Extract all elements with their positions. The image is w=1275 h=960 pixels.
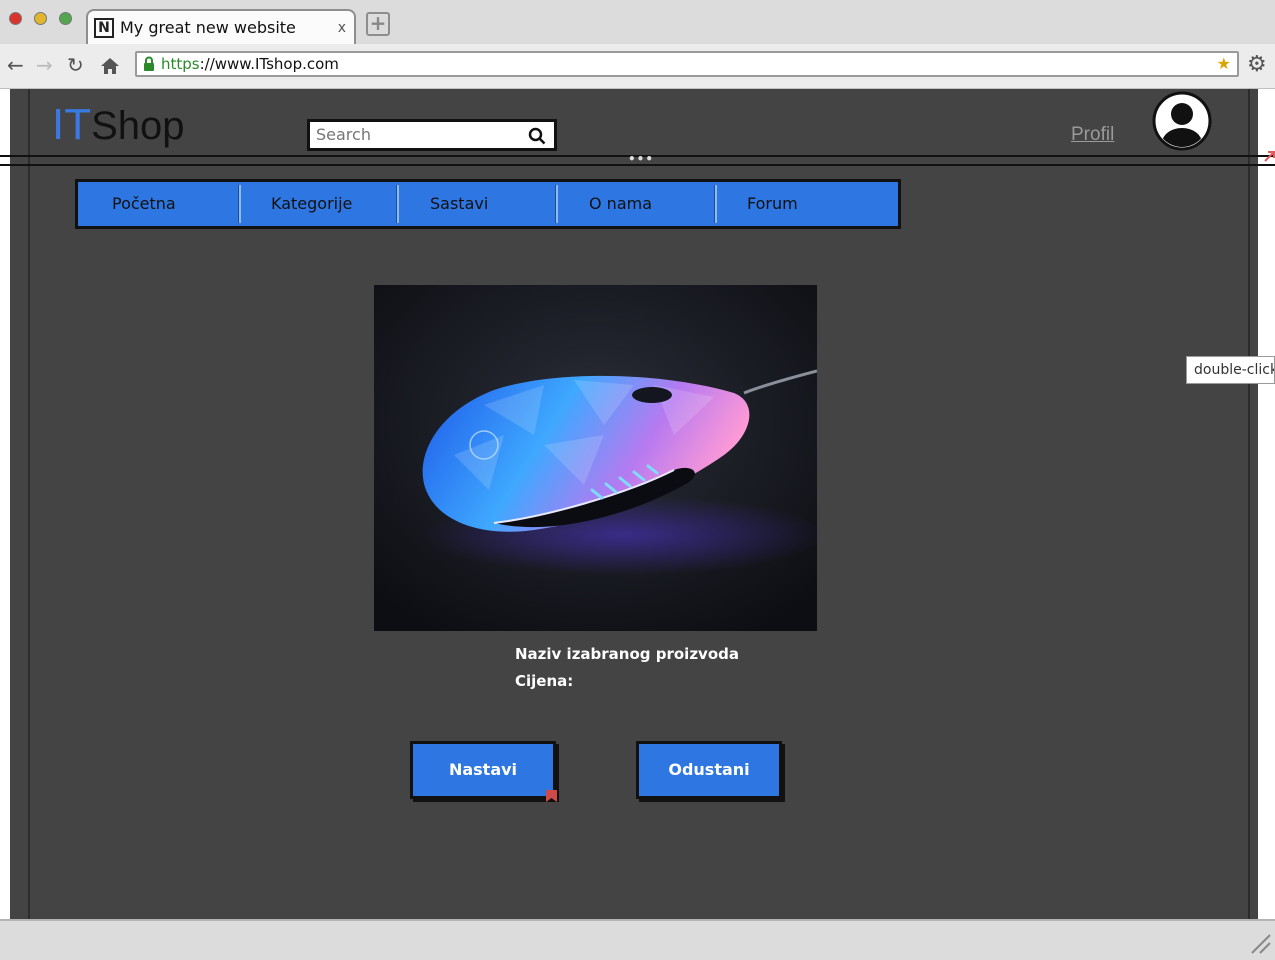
nav-item-kategorije[interactable]: Kategorije (271, 182, 352, 226)
main-navigation: Početna Kategorije Sastavi O nama Forum (75, 179, 901, 229)
browser-titlebar: N My great new website x + (0, 0, 1275, 45)
tab-close-button[interactable]: x (338, 19, 346, 37)
left-border (28, 89, 30, 919)
tab-favicon-icon: N (94, 18, 114, 38)
nav-separator (238, 185, 241, 223)
search-input[interactable] (316, 124, 516, 146)
tab-title: My great new website (120, 18, 296, 37)
product-name-label: Naziv izabranog proizvoda (515, 645, 739, 663)
maximize-window-button[interactable] (59, 12, 72, 25)
price-label: Cijena: (515, 672, 574, 690)
lock-icon (144, 56, 154, 71)
search-icon[interactable] (528, 127, 546, 145)
more-dots-icon: ••• (628, 152, 655, 166)
link-arrow-icon (1264, 151, 1275, 162)
resize-grip-icon[interactable] (1248, 931, 1272, 955)
avatar-icon[interactable] (1152, 91, 1212, 151)
back-icon[interactable]: ← (7, 53, 24, 77)
browser-tab[interactable]: N My great new website x (86, 9, 356, 44)
logo-shop-text: Shop (91, 104, 185, 148)
cancel-button[interactable]: Odustani (636, 741, 782, 799)
page-canvas: ITShop Profil ••• Početna K (0, 89, 1275, 919)
tooltip: double-click (1186, 356, 1275, 384)
browser-statusbar (0, 919, 1275, 960)
nav-separator (396, 185, 399, 223)
logo-it-text: IT (52, 100, 92, 149)
nav-separator (555, 185, 558, 223)
search-box (307, 119, 557, 151)
address-bar[interactable]: https://www.ITshop.com ★ (135, 51, 1239, 77)
browser-toolbar: ← → ↻ https://www.ITshop.com ★ ⚙ (0, 44, 1275, 89)
profile-link[interactable]: Profil (1071, 123, 1114, 147)
continue-button[interactable]: Nastavi (410, 741, 556, 799)
annotation-flag-icon (546, 790, 557, 802)
site-logo[interactable]: ITShop (52, 97, 185, 154)
forward-icon[interactable]: → (36, 53, 53, 77)
reload-icon[interactable]: ↻ (67, 53, 84, 77)
nav-item-forum[interactable]: Forum (747, 182, 798, 226)
new-tab-button[interactable]: + (366, 12, 390, 36)
nav-item-o-nama[interactable]: O nama (589, 182, 652, 226)
settings-icon[interactable]: ⚙ (1247, 54, 1267, 76)
nav-separator (714, 185, 717, 223)
home-icon[interactable] (100, 57, 120, 79)
nav-item-pocetna[interactable]: Početna (112, 182, 176, 226)
bookmark-icon[interactable]: ★ (1217, 55, 1231, 73)
page-viewport: ITShop Profil ••• Početna K (0, 89, 1275, 919)
product-image (374, 285, 817, 631)
url-text: https://www.ITshop.com (161, 55, 339, 73)
right-border (1248, 89, 1250, 919)
minimize-window-button[interactable] (34, 12, 47, 25)
nav-item-sastavi[interactable]: Sastavi (430, 182, 488, 226)
close-window-button[interactable] (9, 12, 22, 25)
